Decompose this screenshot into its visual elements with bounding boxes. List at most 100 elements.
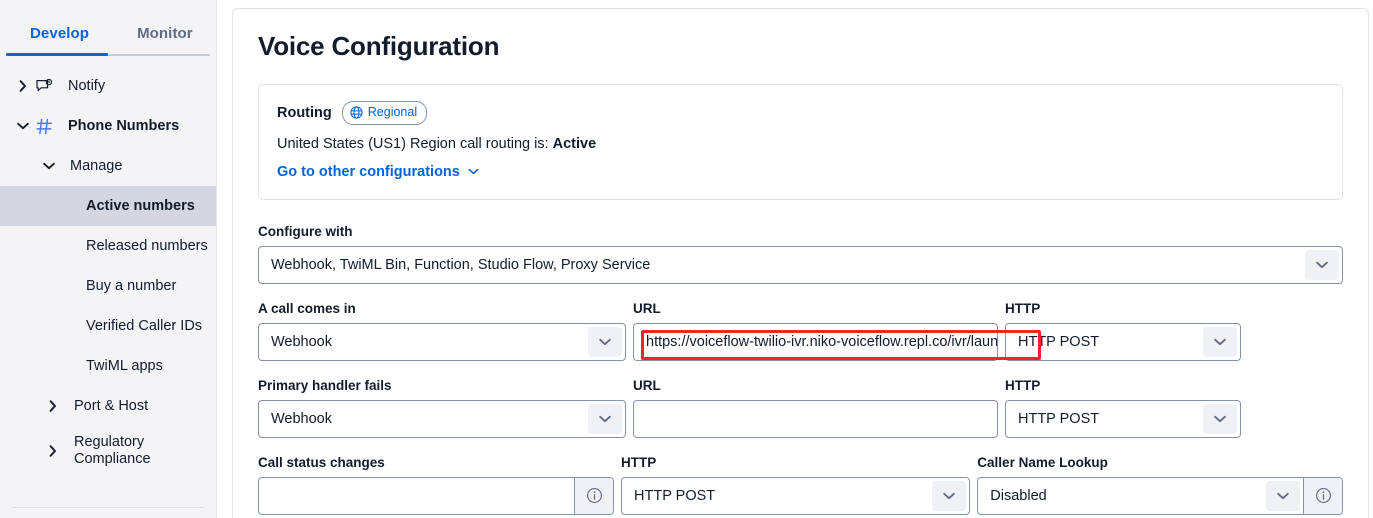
main-content: Voice Configuration Routing Regional Uni… bbox=[217, 0, 1373, 518]
sidebar-item-released-numbers[interactable]: Released numbers bbox=[0, 226, 216, 266]
sidebar-item-label: Verified Caller IDs bbox=[86, 317, 203, 334]
sidebar-item-phone-numbers[interactable]: Phone Numbers bbox=[0, 106, 216, 146]
configure-with-group: Configure with Webhook, TwiML Bin, Funct… bbox=[258, 224, 1343, 284]
call-status-changes-row: Call status changes HTTP HTTP POST Calle… bbox=[258, 455, 1343, 515]
call-comes-in-url-value: https://voiceflow-twilio-ivr.niko-voicef… bbox=[646, 333, 997, 350]
sidebar-item-port-and-host[interactable]: Port & Host bbox=[0, 386, 216, 426]
call-comes-in-group: A call comes in Webhook bbox=[258, 301, 633, 361]
sidebar-item-label: Released numbers bbox=[86, 237, 208, 254]
chevron-down-icon[interactable] bbox=[1305, 249, 1339, 280]
call-status-changes-group: Call status changes bbox=[258, 455, 621, 515]
hash-icon bbox=[36, 118, 60, 135]
sidebar-item-notify[interactable]: Notify bbox=[0, 66, 216, 106]
call-comes-in-url-group: URL https://voiceflow-twilio-ivr.niko-vo… bbox=[633, 300, 1041, 361]
sidebar-tabs: Develop Monitor bbox=[0, 0, 216, 56]
chevron-right-icon[interactable] bbox=[10, 80, 36, 92]
primary-handler-fails-select[interactable]: Webhook bbox=[258, 399, 626, 438]
globe-icon bbox=[350, 106, 363, 119]
call-comes-in-http-group: HTTP HTTP POST bbox=[1005, 301, 1241, 361]
chevron-down-icon[interactable] bbox=[1266, 480, 1300, 511]
sidebar-item-verified-caller-ids[interactable]: Verified Caller IDs bbox=[0, 306, 216, 346]
configure-with-value: Webhook, TwiML Bin, Function, Studio Flo… bbox=[271, 256, 651, 273]
sidebar-bottom-divider bbox=[12, 507, 204, 508]
call-status-changes-http-group: HTTP HTTP POST bbox=[621, 455, 977, 515]
primary-handler-fails-http-group: HTTP HTTP POST bbox=[1005, 378, 1241, 438]
call-comes-in-label: A call comes in bbox=[258, 300, 356, 316]
app-root: Develop Monitor Notify Phone Numbers Man… bbox=[0, 0, 1373, 518]
sidebar-item-label: Notify bbox=[68, 77, 106, 94]
primary-handler-fails-http-select[interactable]: HTTP POST bbox=[1005, 399, 1241, 438]
go-to-other-configurations-label: Go to other configurations bbox=[277, 163, 460, 180]
sidebar-item-manage[interactable]: Manage bbox=[0, 146, 216, 186]
call-comes-in-select[interactable]: Webhook bbox=[258, 322, 626, 361]
chevron-down-icon[interactable] bbox=[10, 122, 36, 130]
tab-monitor[interactable]: Monitor bbox=[113, 0, 217, 56]
primary-handler-fails-http-label: HTTP bbox=[1005, 377, 1041, 393]
chevron-down-icon[interactable] bbox=[1203, 403, 1237, 434]
call-status-changes-value bbox=[259, 478, 574, 514]
call-status-changes-input[interactable] bbox=[258, 476, 615, 515]
sidebar-item-label: Phone Numbers bbox=[68, 117, 180, 134]
sidebar-item-regulatory-compliance[interactable]: Regulatory Compliance bbox=[0, 426, 216, 476]
sidebar-item-label: Active numbers bbox=[86, 197, 195, 214]
sidebar: Develop Monitor Notify Phone Numbers Man… bbox=[0, 0, 217, 518]
sidebar-nav: Notify Phone Numbers Manage Active numbe… bbox=[0, 56, 216, 476]
routing-description-text: United States (US1) Region call routing … bbox=[277, 135, 553, 152]
primary-handler-fails-url-label: URL bbox=[633, 377, 661, 393]
sidebar-item-active-numbers[interactable]: Active numbers bbox=[0, 186, 216, 226]
call-comes-in-http-value: HTTP POST bbox=[1018, 333, 1100, 350]
chevron-right-icon[interactable] bbox=[40, 400, 66, 412]
call-comes-in-url-label: URL bbox=[633, 300, 661, 316]
configure-with-select[interactable]: Webhook, TwiML Bin, Function, Studio Flo… bbox=[258, 245, 1343, 284]
call-status-changes-label: Call status changes bbox=[258, 454, 385, 470]
call-comes-in-value: Webhook bbox=[271, 333, 332, 350]
configure-with-label: Configure with bbox=[258, 223, 353, 239]
sidebar-item-label: Buy a number bbox=[86, 277, 177, 294]
chat-bubble-notify-icon bbox=[36, 78, 60, 94]
tab-develop[interactable]: Develop bbox=[6, 0, 113, 56]
routing-title: Routing bbox=[277, 104, 332, 121]
sidebar-item-label: Regulatory Compliance bbox=[74, 433, 151, 467]
primary-handler-fails-http-value: HTTP POST bbox=[1018, 410, 1100, 427]
routing-status: Active bbox=[552, 135, 597, 152]
caller-name-lookup-label: Caller Name Lookup bbox=[977, 454, 1108, 470]
routing-description: United States (US1) Region call routing … bbox=[277, 136, 1324, 152]
primary-handler-fails-url-group: URL bbox=[633, 378, 1005, 438]
call-status-changes-http-select[interactable]: HTTP POST bbox=[621, 476, 971, 515]
caller-name-lookup-group: Caller Name Lookup Disabled bbox=[977, 455, 1343, 515]
primary-handler-fails-url-input[interactable] bbox=[633, 399, 998, 438]
routing-header: Routing Regional bbox=[277, 101, 1324, 125]
call-comes-in-http-label: HTTP bbox=[1005, 300, 1041, 316]
caller-name-lookup-value: Disabled bbox=[990, 487, 1047, 504]
chevron-down-icon[interactable] bbox=[36, 162, 62, 170]
primary-handler-fails-value: Webhook bbox=[271, 410, 332, 427]
call-status-changes-http-value: HTTP POST bbox=[634, 487, 716, 504]
go-to-other-configurations-link[interactable]: Go to other configurations bbox=[277, 164, 479, 180]
caller-name-lookup-select[interactable]: Disabled bbox=[977, 476, 1343, 515]
chevron-down-icon[interactable] bbox=[932, 480, 967, 511]
call-status-changes-http-label: HTTP bbox=[621, 454, 657, 470]
info-icon[interactable] bbox=[1303, 477, 1342, 514]
chevron-down-icon bbox=[468, 168, 479, 175]
primary-handler-fails-row: Primary handler fails Webhook URL HTTP H… bbox=[258, 378, 1343, 438]
chevron-down-icon[interactable] bbox=[588, 403, 622, 434]
page-title: Voice Configuration bbox=[258, 31, 500, 61]
chevron-down-icon[interactable] bbox=[1203, 326, 1237, 357]
primary-handler-fails-url-value bbox=[634, 401, 997, 437]
sidebar-item-label: Manage bbox=[70, 157, 123, 174]
chevron-right-icon[interactable] bbox=[40, 445, 66, 457]
info-icon[interactable] bbox=[574, 477, 614, 514]
voice-configuration-card: Voice Configuration Routing Regional Uni… bbox=[232, 8, 1369, 518]
sidebar-item-buy-a-number[interactable]: Buy a number bbox=[0, 266, 216, 306]
call-comes-in-url-input[interactable]: https://voiceflow-twilio-ivr.niko-voicef… bbox=[633, 322, 998, 361]
routing-region-badge: Regional bbox=[341, 101, 428, 125]
primary-handler-fails-label: Primary handler fails bbox=[258, 377, 392, 393]
sidebar-item-label: TwiML apps bbox=[86, 357, 163, 374]
sidebar-item-twiml-apps[interactable]: TwiML apps bbox=[0, 346, 216, 386]
routing-region-badge-label: Regional bbox=[367, 105, 418, 119]
call-comes-in-row: A call comes in Webhook URL https://voic… bbox=[258, 301, 1343, 361]
tab-active-underline bbox=[6, 53, 108, 56]
call-comes-in-http-select[interactable]: HTTP POST bbox=[1005, 322, 1241, 361]
sidebar-item-label: Port & Host bbox=[74, 397, 149, 414]
chevron-down-icon[interactable] bbox=[588, 326, 622, 357]
